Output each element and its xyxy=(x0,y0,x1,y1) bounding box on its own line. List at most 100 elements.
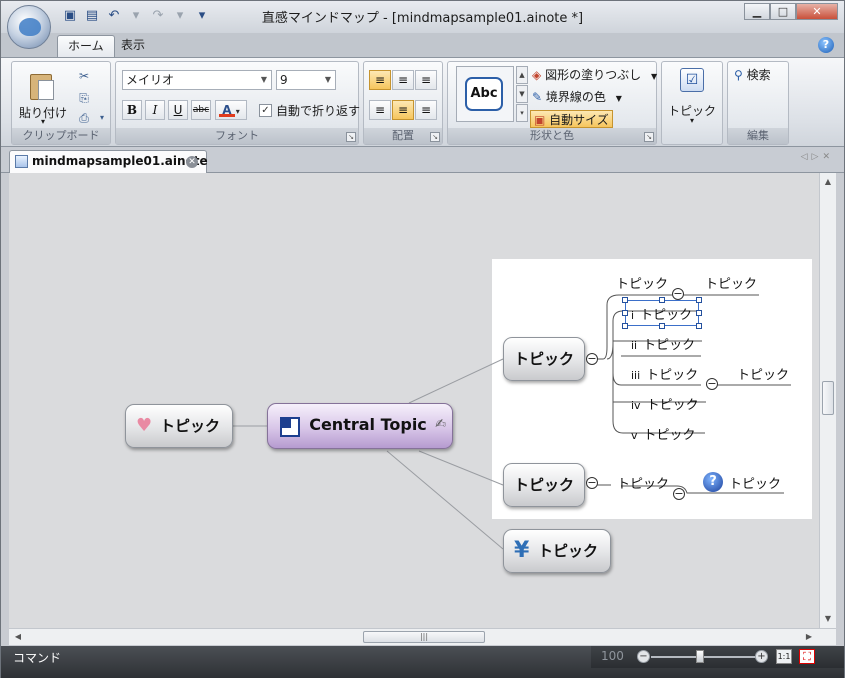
scroll-down-icon[interactable]: ▼ xyxy=(820,612,836,626)
format-painter-dropdown-icon[interactable]: ▾ xyxy=(94,110,110,126)
subtopic-branch2[interactable]: トピック xyxy=(617,473,669,492)
collapse-toggle-icon[interactable]: − xyxy=(706,378,718,390)
paste-button[interactable]: 貼り付け ▾ xyxy=(14,64,72,128)
autosize-button[interactable]: ▣ 自動サイズ xyxy=(530,110,613,128)
collapse-toggle-icon[interactable]: − xyxy=(673,488,685,500)
topic-right-2[interactable]: トピック xyxy=(503,463,585,507)
topic-left[interactable]: ♥ トピック xyxy=(125,404,233,448)
resize-handle[interactable] xyxy=(696,323,702,329)
subtopic-ii[interactable]: ii トピック xyxy=(631,334,695,353)
resize-handle[interactable] xyxy=(622,323,628,329)
resize-handle[interactable] xyxy=(622,297,628,303)
subtopic-0-child[interactable]: トピック xyxy=(705,273,757,292)
actual-size-button[interactable]: 1:1 xyxy=(776,649,792,664)
italic-button[interactable]: I xyxy=(145,100,165,120)
help-icon[interactable]: ? xyxy=(818,37,834,53)
align-left-button[interactable]: ≡ xyxy=(369,70,391,90)
subtopic-i[interactable]: i トピック xyxy=(631,304,692,323)
tab-navigation-icons[interactable]: ◁▷✕ xyxy=(801,152,834,162)
application-menu-button[interactable] xyxy=(7,5,51,49)
window-title: 直感マインドマップ - [mindmapsample01.ainote *] xyxy=(261,11,584,26)
font-family-value: メイリオ xyxy=(126,73,175,87)
zoom-slider-track[interactable] xyxy=(651,656,757,658)
format-painter-icon[interactable]: ⎙ xyxy=(76,110,92,126)
align-top-button[interactable]: ≡ xyxy=(369,100,391,120)
collapse-toggle-icon[interactable]: − xyxy=(586,477,598,489)
shape-dialog-launcher[interactable]: ↘ xyxy=(644,132,654,142)
vertical-scroll-thumb[interactable] xyxy=(822,381,834,415)
mindmap-canvas[interactable]: ♥ トピック Central Topic ✍ トピック − トピック − トピッ… xyxy=(9,173,819,628)
wrap-checkbox[interactable]: ✓ xyxy=(259,104,272,117)
font-color-swatch xyxy=(219,114,235,117)
alignment-dialog-launcher[interactable]: ↘ xyxy=(430,132,440,142)
subtopic-v-label: トピック xyxy=(643,428,696,443)
binoculars-icon: ⚲ xyxy=(734,68,743,82)
topic-right-1[interactable]: トピック xyxy=(503,337,585,381)
align-right-button[interactable]: ≡ xyxy=(415,70,437,90)
resize-handle[interactable] xyxy=(622,310,628,316)
insert-topic-button[interactable]: ☑ トピック ▾ xyxy=(664,64,720,128)
topic-right-3[interactable]: ¥ トピック xyxy=(503,529,611,573)
collapse-toggle-icon[interactable]: − xyxy=(586,353,598,365)
underline-button[interactable]: U xyxy=(168,100,188,120)
align-middle-button[interactable]: ≡ xyxy=(392,100,414,120)
horizontal-scrollbar[interactable]: ◀ ||| ▶ xyxy=(9,628,836,645)
horizontal-scroll-thumb[interactable]: ||| xyxy=(363,631,485,643)
topic-style-gallery[interactable]: Abc xyxy=(456,66,514,122)
scroll-up-icon[interactable]: ▲ xyxy=(820,175,836,189)
minimize-button[interactable]: ▁ xyxy=(744,3,770,20)
border-color-button[interactable]: ✎ 境界線の色 ▼ xyxy=(532,88,622,106)
zoom-in-icon[interactable]: + xyxy=(755,650,768,663)
central-topic-icon xyxy=(280,417,300,437)
bold-button[interactable]: B xyxy=(122,100,142,120)
fit-to-window-icon[interactable]: ⛶ xyxy=(799,649,815,664)
cut-icon[interactable]: ✂ xyxy=(76,68,92,84)
scroll-left-icon[interactable]: ◀ xyxy=(11,629,25,645)
subtopic-iii[interactable]: iii トピック xyxy=(631,364,698,383)
border-color-label: 境界線の色 xyxy=(545,90,606,104)
central-topic[interactable]: Central Topic ✍ xyxy=(267,403,453,449)
zoom-slider-thumb[interactable] xyxy=(696,650,704,663)
topic-insert-group: ☑ トピック ▾ xyxy=(661,61,723,145)
vertical-scrollbar[interactable]: ▲ ▼ xyxy=(819,173,836,628)
chevron-down-icon: ▾ xyxy=(235,107,240,116)
subtopic-0[interactable]: トピック xyxy=(616,273,668,292)
shape-fill-button[interactable]: ◈ 図形の塗りつぶし ▼ xyxy=(532,66,657,84)
subtopic-ii-label: トピック xyxy=(643,338,696,353)
copy-icon[interactable]: ⎘ xyxy=(76,90,92,106)
gallery-up-icon[interactable]: ▲ xyxy=(516,66,528,84)
subtopic-iii-child[interactable]: トピック xyxy=(737,364,789,383)
subtopic-v[interactable]: v トピック xyxy=(631,424,696,443)
subtopic-branch2-child[interactable]: トピック xyxy=(729,473,781,492)
collapse-toggle-icon[interactable]: − xyxy=(672,288,684,300)
zoom-out-icon[interactable]: − xyxy=(637,650,650,663)
subtopic-i-marker: i xyxy=(631,309,635,322)
tab-home[interactable]: ホーム xyxy=(57,35,115,57)
search-button[interactable]: ⚲ 検索 xyxy=(734,66,771,84)
font-color-button[interactable]: A ▾ xyxy=(215,100,247,120)
font-size-combo[interactable]: 9 ▼ xyxy=(276,70,336,90)
gallery-down-icon[interactable]: ▼ xyxy=(516,85,528,103)
close-tab-icon[interactable]: ✕ xyxy=(186,156,198,168)
resize-handle[interactable] xyxy=(696,297,702,303)
resize-handle[interactable] xyxy=(659,323,665,329)
document-tab[interactable]: mindmapsample01.ainote * ✕ xyxy=(9,150,208,189)
align-center-button[interactable]: ≡ xyxy=(392,70,414,90)
resize-handle[interactable] xyxy=(696,310,702,316)
maximize-button[interactable]: □ xyxy=(770,3,796,20)
gallery-more-icon[interactable]: ▾ xyxy=(516,104,528,122)
chevron-down-icon: ▼ xyxy=(260,75,268,84)
font-family-combo[interactable]: メイリオ ▼ xyxy=(122,70,272,90)
clipboard-group-title: クリップボード xyxy=(12,128,110,144)
subtopic-iv[interactable]: iv トピック xyxy=(631,394,699,413)
font-dialog-launcher[interactable]: ↘ xyxy=(346,132,356,142)
align-bottom-button[interactable]: ≡ xyxy=(415,100,437,120)
tab-view[interactable]: 表示 xyxy=(111,35,155,57)
command-label: コマンド xyxy=(13,651,62,665)
strikethrough-button[interactable]: abc xyxy=(191,100,211,120)
resize-handle[interactable] xyxy=(659,297,665,303)
close-button[interactable]: ✕ xyxy=(796,3,838,20)
broken-heart-icon: ♥ xyxy=(136,415,153,436)
scroll-right-icon[interactable]: ▶ xyxy=(802,629,816,645)
pen-icon: ✎ xyxy=(532,90,543,104)
